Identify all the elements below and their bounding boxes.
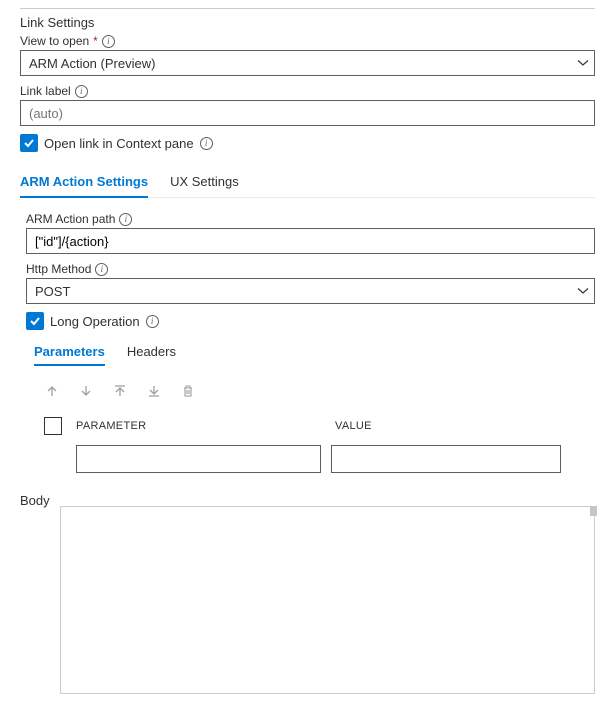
view-to-open-label: View to open * i	[20, 34, 595, 48]
long-operation-checkbox[interactable]	[26, 312, 44, 330]
move-top-button[interactable]	[112, 383, 128, 399]
arrow-up-icon	[45, 384, 59, 398]
param-toolbar	[44, 383, 595, 399]
move-up-button[interactable]	[44, 383, 60, 399]
arm-action-path-input[interactable]	[26, 228, 595, 254]
col-value: VALUE	[335, 420, 372, 432]
arrow-down-icon	[79, 384, 93, 398]
view-to-open-select[interactable]: ARM Action (Preview)	[20, 50, 595, 76]
move-down-button[interactable]	[78, 383, 94, 399]
tab-headers[interactable]: Headers	[127, 340, 176, 365]
arm-action-path-label: ARM Action path i	[26, 212, 595, 226]
info-icon[interactable]: i	[95, 263, 108, 276]
info-icon[interactable]: i	[146, 315, 159, 328]
info-icon[interactable]: i	[200, 137, 213, 150]
value-input[interactable]	[331, 445, 561, 473]
checkmark-icon	[29, 315, 41, 327]
http-method-label: Http Method i	[26, 262, 595, 276]
arrow-top-icon	[113, 384, 127, 398]
scrollbar-stub	[590, 506, 597, 516]
trash-icon	[181, 384, 195, 398]
open-in-context-label: Open link in Context pane	[44, 136, 194, 151]
link-label-input[interactable]	[20, 100, 595, 126]
move-bottom-button[interactable]	[146, 383, 162, 399]
col-parameter: PARAMETER	[76, 420, 321, 432]
info-icon[interactable]: i	[75, 85, 88, 98]
select-all-checkbox[interactable]	[44, 417, 62, 435]
checkmark-icon	[23, 137, 35, 149]
open-in-context-checkbox[interactable]	[20, 134, 38, 152]
param-row	[76, 445, 595, 473]
tab-ux-settings[interactable]: UX Settings	[170, 168, 239, 197]
delete-button[interactable]	[180, 383, 196, 399]
section-title: Link Settings	[20, 15, 595, 30]
tab-arm-action-settings[interactable]: ARM Action Settings	[20, 168, 148, 197]
info-icon[interactable]: i	[119, 213, 132, 226]
long-operation-label: Long Operation	[50, 314, 140, 329]
tab-parameters[interactable]: Parameters	[34, 340, 105, 365]
http-method-select[interactable]: POST	[26, 278, 595, 304]
info-icon[interactable]: i	[102, 35, 115, 48]
required-asterisk: *	[93, 34, 98, 48]
parameter-input[interactable]	[76, 445, 321, 473]
link-label-label: Link label i	[20, 84, 595, 98]
secondary-tabs: Parameters Headers	[34, 340, 595, 365]
body-textarea[interactable]	[60, 506, 595, 694]
arrow-bottom-icon	[147, 384, 161, 398]
primary-tabs: ARM Action Settings UX Settings	[20, 168, 595, 198]
